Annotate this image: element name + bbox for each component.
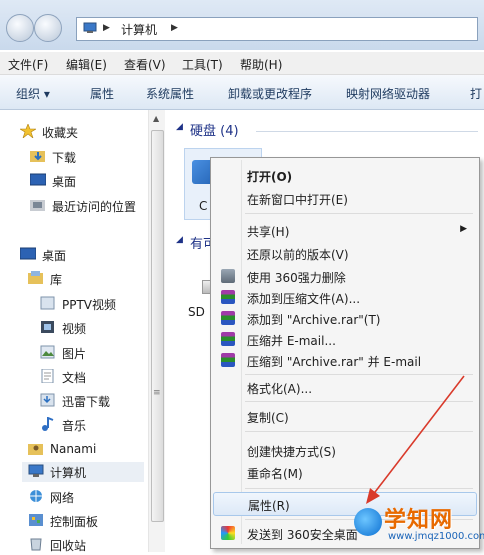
- sd-drive-label[interactable]: SD: [188, 305, 205, 319]
- winrar-icon: [221, 332, 235, 346]
- winrar-icon: [221, 353, 235, 367]
- nav-scrollbar[interactable]: ▲ ≡: [148, 110, 165, 552]
- download-folder-icon: [30, 149, 46, 163]
- back-button[interactable]: [6, 14, 34, 42]
- menu-item-360-delete[interactable]: 使用 360强力删除: [213, 265, 475, 287]
- command-toolbar: 组织 ▾ 属性 系统属性 卸载或更改程序 映射网络驱动器 打: [0, 75, 484, 110]
- menu-edit[interactable]: 编辑(E): [66, 56, 107, 73]
- scroll-thumb[interactable]: [151, 130, 164, 522]
- network-icon: [28, 489, 44, 503]
- computer-icon: [28, 464, 44, 478]
- menu-file[interactable]: 文件(F): [8, 56, 48, 73]
- collapse-arrow-icon[interactable]: ◢: [176, 122, 183, 132]
- menu-item-compress-archive-email[interactable]: 压缩到 "Archive.rar" 并 E-mail: [213, 349, 475, 371]
- annotation-arrow: [366, 375, 465, 504]
- star-icon: [18, 123, 38, 139]
- chevron-right-icon[interactable]: ▶: [103, 23, 110, 33]
- menu-item-compress-email[interactable]: 压缩并 E-mail...: [213, 328, 475, 350]
- desktop-icon: [29, 173, 47, 187]
- organize-button[interactable]: 组织 ▾: [16, 85, 50, 102]
- desktop-icon: [19, 247, 37, 261]
- trash-icon: [221, 269, 235, 283]
- menu-view[interactable]: 查看(V): [124, 56, 166, 73]
- watermark-logo-icon: [354, 508, 382, 536]
- document-icon: [40, 368, 56, 384]
- menu-help[interactable]: 帮助(H): [240, 56, 282, 73]
- computer-icon: [83, 22, 97, 34]
- menu-item-restore-versions[interactable]: 还原以前的版本(V): [213, 242, 475, 264]
- menu-item-open[interactable]: 打开(O): [213, 164, 475, 186]
- collapse-arrow-icon[interactable]: ◢: [176, 235, 183, 245]
- navigation-pane: 收藏夹 下载 桌面 最近访问的位置 桌面 库 PPTV视频 视频 图片 文档 迅…: [0, 110, 148, 553]
- scroll-up-arrow[interactable]: ▲: [153, 114, 159, 123]
- address-location: 计算机: [121, 23, 158, 37]
- user-folder-icon: [28, 442, 44, 456]
- chevron-right-icon[interactable]: ▶: [171, 23, 178, 33]
- menu-item-add-to-archive-rar[interactable]: 添加到 "Archive.rar"(T): [213, 307, 475, 329]
- film-icon: [40, 320, 56, 334]
- winrar-icon: [221, 311, 235, 325]
- address-bar-area: ▶ 计算机 ▶: [0, 0, 484, 50]
- uninstall-button[interactable]: 卸载或更改程序: [228, 85, 312, 102]
- watermark-name: 学知网: [384, 508, 454, 533]
- nav-computer[interactable]: 计算机: [22, 462, 144, 482]
- recent-places-icon: [30, 198, 46, 212]
- system-properties-button[interactable]: 系统属性: [146, 85, 194, 102]
- scroll-grip-icon: ≡: [153, 388, 161, 398]
- group-divider: [256, 131, 478, 132]
- properties-button[interactable]: 属性: [90, 85, 114, 102]
- site-watermark: 学知网 www.jmqz1000.com: [350, 500, 484, 552]
- video-library-icon: [40, 296, 56, 310]
- menu-item-open-new-window[interactable]: 在新窗口中打开(E): [213, 187, 475, 209]
- menu-bar: 文件(F) 编辑(E) 查看(V) 工具(T) 帮助(H): [0, 52, 484, 75]
- music-note-icon: [40, 416, 56, 431]
- menu-item-share[interactable]: 共享(H) ▶: [213, 219, 475, 241]
- 360-icon: [221, 526, 235, 540]
- winrar-icon: [221, 290, 235, 304]
- recycle-bin-icon: [28, 537, 44, 551]
- menu-item-add-archive[interactable]: 添加到压缩文件(A)...: [213, 286, 475, 308]
- submenu-arrow-icon: ▶: [460, 224, 467, 234]
- menu-tools[interactable]: 工具(T): [182, 56, 223, 73]
- picture-icon: [40, 345, 56, 359]
- map-drive-button[interactable]: 映射网络驱动器: [346, 85, 430, 102]
- forward-button[interactable]: [34, 14, 62, 42]
- library-icon: [28, 271, 44, 285]
- toolbar-overflow[interactable]: 打: [470, 85, 482, 102]
- control-panel-icon: [28, 513, 44, 527]
- download-library-icon: [40, 393, 56, 407]
- menu-separator: [245, 213, 473, 214]
- group-hard-drives[interactable]: 硬盘 (4): [190, 120, 239, 139]
- watermark-url: www.jmqz1000.com: [388, 531, 484, 542]
- address-input[interactable]: ▶ 计算机 ▶: [76, 17, 478, 41]
- drive-label: C: [199, 199, 208, 213]
